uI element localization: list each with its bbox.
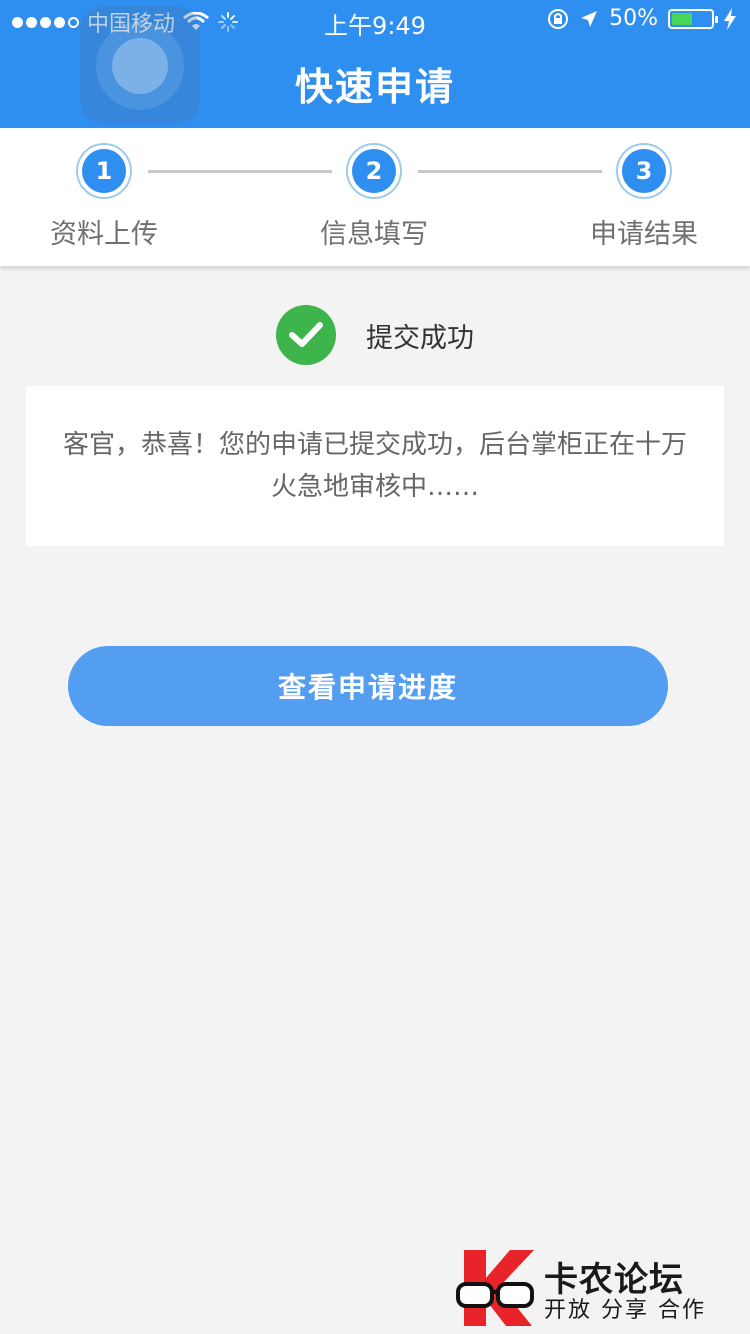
step-3-label: 申请结果 bbox=[590, 219, 698, 250]
location-arrow-icon bbox=[581, 10, 598, 27]
battery-icon bbox=[668, 8, 718, 29]
success-text: 提交成功 bbox=[366, 322, 474, 354]
step-3-indicator: 3 bbox=[616, 143, 672, 199]
forum-watermark: 卡农论坛 开放 分享 合作 bbox=[456, 1246, 716, 1330]
step-1-label: 资料上传 bbox=[50, 219, 158, 250]
header: 中国移动 上午9:49 50% 快速申请 bbox=[0, 0, 750, 128]
forum-slogan: 开放 分享 合作 bbox=[544, 1298, 706, 1323]
check-icon bbox=[276, 305, 336, 365]
progress-stepper: 1 资料上传 2 信息填写 3 申请结果 bbox=[0, 128, 750, 266]
battery-percent: 50% bbox=[609, 6, 658, 31]
step-3-number: 3 bbox=[622, 149, 666, 193]
step-1-number: 1 bbox=[82, 149, 126, 193]
result-message: 客官，恭喜！您的申请已提交成功，后台掌柜正在十万火急地审核中…… bbox=[62, 430, 687, 502]
step-2-indicator: 2 bbox=[346, 143, 402, 199]
status-right: 50% bbox=[547, 6, 736, 31]
step-connector bbox=[418, 170, 602, 173]
charging-bolt-icon bbox=[724, 7, 736, 30]
result-message-card: 客官，恭喜！您的申请已提交成功，后台掌柜正在十万火急地审核中…… bbox=[26, 386, 724, 546]
success-status: 提交成功 bbox=[0, 304, 750, 366]
page-title: 快速申请 bbox=[294, 65, 455, 109]
view-progress-button[interactable]: 查看申请进度 bbox=[68, 646, 668, 726]
rotation-lock-icon bbox=[548, 8, 569, 29]
step-2-number: 2 bbox=[352, 149, 396, 193]
step-2-label: 信息填写 bbox=[320, 219, 428, 250]
step-connector bbox=[148, 170, 332, 173]
forum-logo-icon bbox=[456, 1250, 534, 1326]
step-1-indicator: 1 bbox=[76, 143, 132, 199]
